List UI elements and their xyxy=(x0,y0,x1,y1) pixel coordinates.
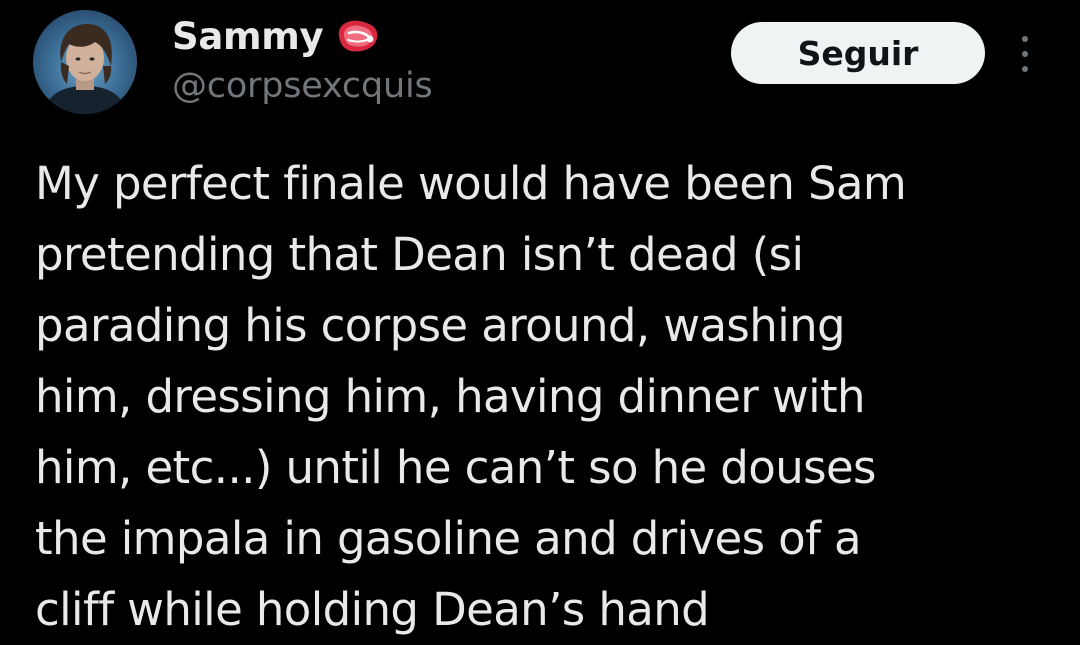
tweet-text-line: the impala in gasoline and drives of a xyxy=(35,512,862,565)
follow-button[interactable]: Seguir xyxy=(731,22,985,84)
more-dot xyxy=(1022,36,1028,42)
more-options-icon[interactable] xyxy=(1012,36,1038,72)
tweet-text-line: pretending that Dean isn’t dead (si xyxy=(35,228,804,281)
tweet-text-line: My perfect finale would have been Sam xyxy=(35,157,907,210)
tweet: Sammy @corpsexcquis Seguir My perfect fi… xyxy=(0,0,1080,641)
avatar-photo xyxy=(43,24,127,114)
tweet-text-line: parading his corpse around, washing xyxy=(35,299,846,352)
avatar[interactable] xyxy=(33,10,137,114)
tweet-text-line: him, etc...) until he can’t so he douses xyxy=(35,441,876,494)
steak-emoji-icon xyxy=(333,16,381,60)
author-name-row: Sammy xyxy=(172,10,381,62)
tweet-text-line: him, dressing him, having dinner with xyxy=(35,370,866,423)
more-dot xyxy=(1022,51,1028,57)
more-dot xyxy=(1022,66,1028,72)
author-display-name[interactable]: Sammy xyxy=(172,15,324,58)
tweet-text-line: cliff while holding Dean’s hand xyxy=(35,583,710,636)
author-handle[interactable]: @corpsexcquis xyxy=(172,66,433,106)
tweet-text: My perfect finale would have been Sam pr… xyxy=(35,148,1055,645)
